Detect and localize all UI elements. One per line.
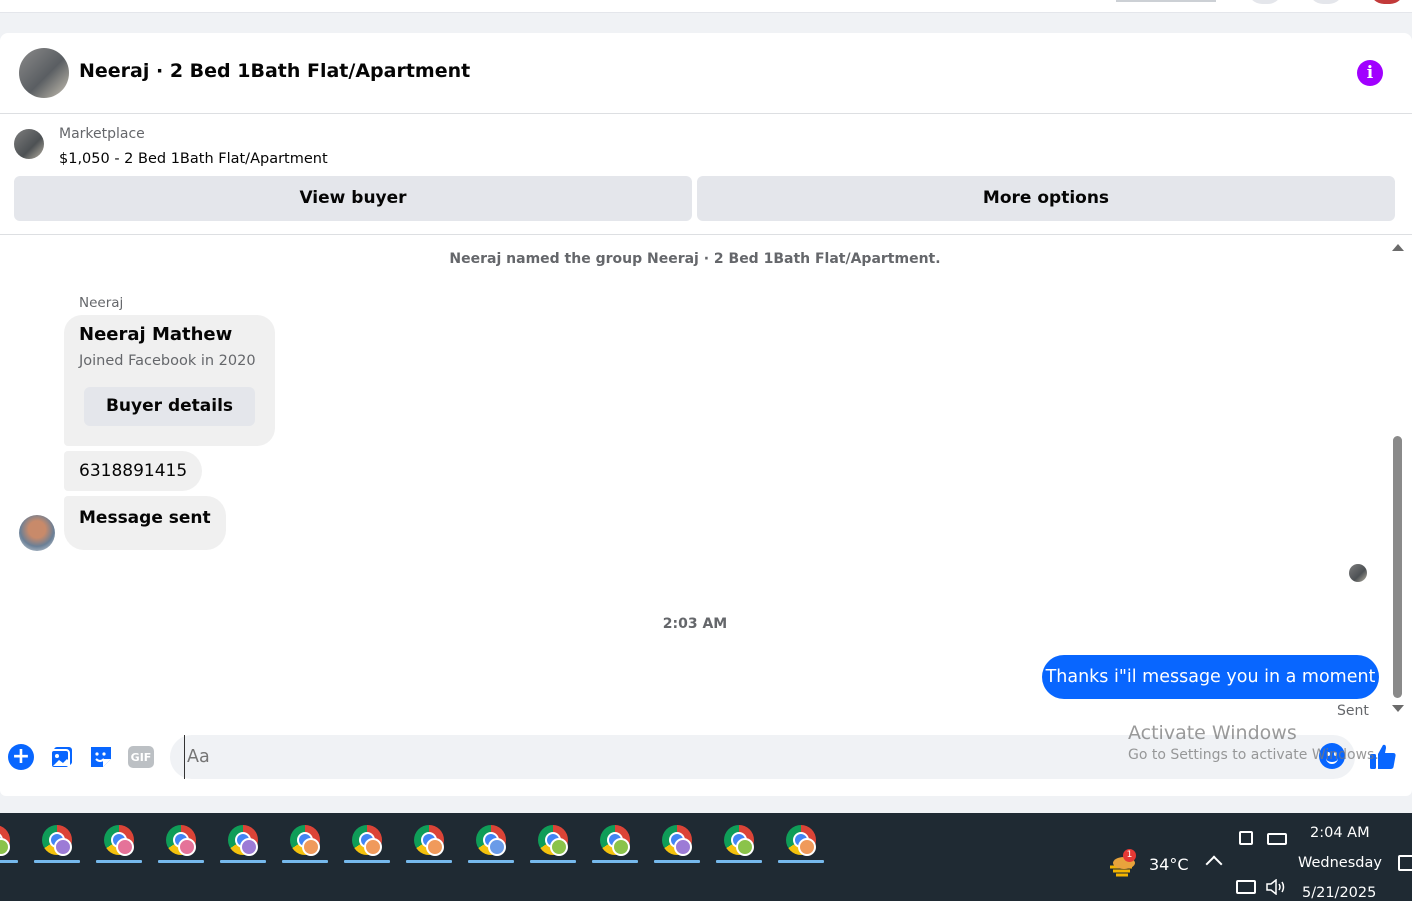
profile-badge-icon <box>116 838 134 856</box>
profile-badge-icon <box>240 838 258 856</box>
taskbar-chrome-profile[interactable] <box>654 823 700 863</box>
volume-icon[interactable] <box>1266 878 1286 896</box>
running-indicator <box>716 860 762 863</box>
profile-badge-icon <box>612 838 630 856</box>
top-avatar[interactable] <box>1370 0 1404 4</box>
gif-icon[interactable]: GIF <box>128 746 154 768</box>
meet-now-icon[interactable] <box>1239 831 1253 845</box>
view-buyer-button[interactable]: View buyer <box>14 176 692 221</box>
running-indicator <box>468 860 514 863</box>
scroll-down-arrow[interactable] <box>1392 705 1404 712</box>
watermark-subtitle: Go to Settings to activate Windows. <box>1128 747 1379 763</box>
notifications-icon[interactable] <box>1398 855 1412 871</box>
profile-badge-icon <box>426 838 444 856</box>
taskbar-chrome-profile[interactable] <box>406 823 452 863</box>
profile-badge-icon <box>364 838 382 856</box>
message-status: Sent <box>1337 703 1369 719</box>
info-icon[interactable]: i <box>1357 60 1383 86</box>
scroll-up-arrow[interactable] <box>1392 244 1404 251</box>
running-indicator <box>0 860 18 863</box>
taskbar-chrome-profile[interactable] <box>34 823 80 863</box>
group-avatar[interactable] <box>19 48 69 98</box>
taskbar-chrome-profile[interactable] <box>344 823 390 863</box>
taskbar-chrome-profile[interactable] <box>158 823 204 863</box>
weather-icon[interactable]: 1 <box>1108 849 1138 879</box>
taskbar-chrome-profile[interactable] <box>592 823 638 863</box>
taskbar-chrome-profile[interactable] <box>220 823 266 863</box>
buyer-card: Neeraj Mathew Joined Facebook in 2020 Bu… <box>64 315 275 446</box>
marketplace-label: Marketplace <box>59 126 145 142</box>
network-icon[interactable] <box>1236 880 1256 894</box>
profile-badge-icon <box>488 838 506 856</box>
running-indicator <box>778 860 824 863</box>
top-bar-divider <box>1116 0 1216 2</box>
clock-time[interactable]: 2:04 AM <box>1310 825 1370 841</box>
top-circle-button[interactable] <box>1309 0 1343 4</box>
buyer-joined: Joined Facebook in 2020 <box>79 353 256 369</box>
clock-day[interactable]: Wednesday <box>1298 855 1382 871</box>
taskbar-chrome-profile[interactable] <box>0 823 18 863</box>
watermark-title: Activate Windows <box>1128 722 1297 744</box>
photo-icon[interactable] <box>49 744 75 770</box>
incoming-message-sent[interactable]: Message sent <box>64 496 226 550</box>
scroll-thumb[interactable] <box>1393 436 1402 698</box>
top-circle-button[interactable] <box>1248 0 1282 4</box>
running-indicator <box>96 860 142 863</box>
running-indicator <box>530 860 576 863</box>
message-thread: Neeraj named the group Neeraj · 2 Bed 1B… <box>0 236 1412 719</box>
read-receipt-avatar <box>1349 564 1367 582</box>
listing-thumbnail[interactable] <box>14 129 44 159</box>
taskbar-chrome-profile[interactable] <box>778 823 824 863</box>
temperature[interactable]: 34°C <box>1149 855 1189 874</box>
outgoing-message[interactable]: Thanks i"il message you in a moment <box>1042 655 1379 699</box>
thread-scrollbar[interactable] <box>1389 236 1407 716</box>
message-timestamp: 2:03 AM <box>662 616 728 632</box>
running-indicator <box>158 860 204 863</box>
marketplace-banner: Marketplace $1,050 - 2 Bed 1Bath Flat/Ap… <box>0 115 1412 235</box>
listing-title[interactable]: $1,050 - 2 Bed 1Bath Flat/Apartment <box>59 151 328 167</box>
running-indicator <box>654 860 700 863</box>
taskbar-chrome-profile[interactable] <box>716 823 762 863</box>
profile-badge-icon <box>550 838 568 856</box>
system-message: Neeraj named the group Neeraj · 2 Bed 1B… <box>449 251 941 267</box>
chat-header: Neeraj · 2 Bed 1Bath Flat/Apartment i <box>0 33 1412 114</box>
buyer-details-button[interactable]: Buyer details <box>84 387 255 426</box>
weather-badge: 1 <box>1123 849 1136 862</box>
battery-icon[interactable] <box>1267 833 1287 845</box>
running-indicator <box>406 860 452 863</box>
running-indicator <box>592 860 638 863</box>
running-indicator <box>220 860 266 863</box>
chat-title[interactable]: Neeraj · 2 Bed 1Bath Flat/Apartment <box>79 60 470 82</box>
clock-date[interactable]: 5/21/2025 <box>1302 885 1376 901</box>
profile-badge-icon <box>178 838 196 856</box>
sender-name: Neeraj <box>79 295 124 311</box>
taskbar-chrome-profile[interactable] <box>468 823 514 863</box>
sticker-icon[interactable] <box>88 744 114 770</box>
profile-badge-icon <box>302 838 320 856</box>
taskbar-chrome-profile[interactable] <box>530 823 576 863</box>
plus-icon[interactable]: + <box>8 744 34 770</box>
running-indicator <box>34 860 80 863</box>
more-options-button[interactable]: More options <box>697 176 1395 221</box>
running-indicator <box>344 860 390 863</box>
taskbar-chrome-profile[interactable] <box>96 823 142 863</box>
incoming-message-phone[interactable]: 6318891415 <box>64 451 203 491</box>
browser-top-strip <box>0 0 1412 13</box>
taskbar-chrome-profile[interactable] <box>282 823 328 863</box>
message-input[interactable] <box>184 735 1284 779</box>
running-indicator <box>282 860 328 863</box>
chat-panel: Neeraj · 2 Bed 1Bath Flat/Apartment i Ma… <box>0 33 1412 796</box>
chevron-up-icon[interactable] <box>1205 855 1223 873</box>
buyer-name: Neeraj Mathew <box>79 324 233 345</box>
profile-badge-icon <box>798 838 816 856</box>
profile-badge-icon <box>54 838 72 856</box>
windows-taskbar: 1 34°C 2:04 AM Wednesday 5/21/2025 <box>0 813 1412 901</box>
sender-avatar[interactable] <box>19 515 55 551</box>
activate-windows-watermark: Activate Windows Go to Settings to activ… <box>1128 722 1379 763</box>
profile-badge-icon <box>674 838 692 856</box>
profile-badge-icon <box>736 838 754 856</box>
